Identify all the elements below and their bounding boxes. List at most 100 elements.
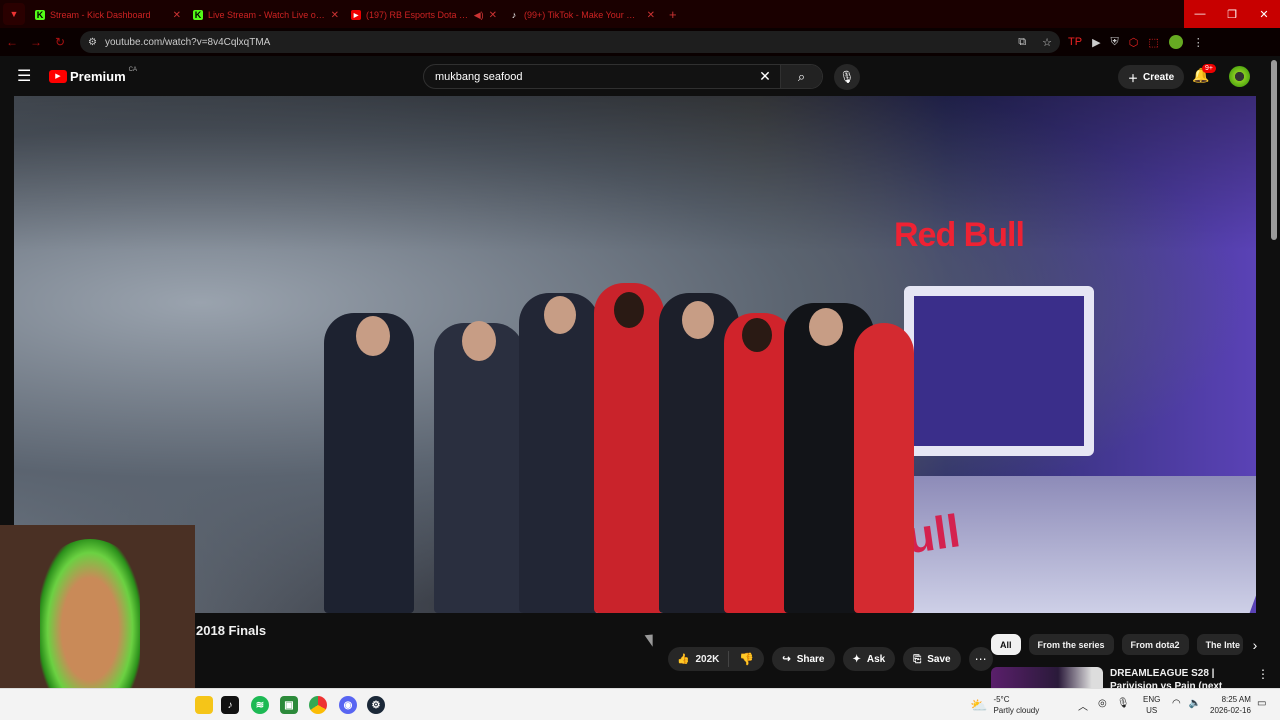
filter-chips: All From the series From dota2 The Inte … (991, 634, 1257, 655)
chevron-up-icon[interactable]: ︿ (1078, 698, 1088, 713)
chrome-icon[interactable] (309, 696, 327, 714)
tab-kick-dashboard[interactable]: K Stream - Kick Dashboard ✕ (29, 3, 187, 27)
spotify-icon[interactable]: ≋ (251, 696, 269, 714)
tiktok-icon[interactable]: ♪ (221, 696, 239, 714)
tab-kick-live[interactable]: K Live Stream - Watch Live on Kick ✕ (187, 3, 345, 27)
url-text[interactable]: youtube.com/watch?v=8v4CqlxqTMA (105, 37, 1010, 48)
player-figure (854, 323, 914, 613)
player-head (614, 292, 644, 328)
search-box: mukbang seafood ✕ ⌕ (423, 64, 823, 89)
extension-icon[interactable]: ⬡ (1129, 36, 1139, 49)
profile-avatar[interactable] (1168, 35, 1183, 49)
save-label: Save (927, 653, 951, 665)
youtube-premium-logo[interactable]: ▶ Premium CA (49, 66, 137, 84)
site-info-icon[interactable]: ⚙ (88, 37, 97, 48)
region-code: CA (128, 66, 137, 73)
tray-app-icon[interactable]: ◎ (1098, 698, 1107, 713)
player-figure (434, 323, 524, 613)
tiktok-icon: ♪ (511, 10, 517, 20)
clear-search-icon[interactable]: ✕ (750, 68, 780, 85)
tab-tiktok[interactable]: ♪ (99+) TikTok - Make Your Day ✕ (503, 3, 661, 27)
ask-button[interactable]: ✦ Ask (842, 647, 896, 671)
save-button[interactable]: ⎘ Save (903, 647, 961, 671)
quick-settings[interactable]: ◠ 🔈 (1172, 698, 1201, 709)
ellipsis-icon: ⋯ (974, 652, 987, 666)
youtube-play-icon: ▶ (49, 69, 67, 83)
chevron-right-icon[interactable]: › (1253, 637, 1258, 653)
close-tab-icon[interactable]: ✕ (647, 10, 655, 21)
close-tab-icon[interactable]: ✕ (489, 10, 497, 21)
hamburger-menu-icon[interactable]: ☰ (17, 66, 37, 86)
minimize-button[interactable]: — (1184, 0, 1216, 28)
stage-backdrop (904, 286, 1094, 456)
address-bar-row: ← → ↻ ⚙ youtube.com/watch?v=8v4CqlxqTMA … (0, 28, 1280, 56)
share-icon: ↪ (782, 653, 791, 665)
page-scrollbar[interactable] (1271, 60, 1277, 240)
chip-the-international[interactable]: The Inte (1196, 634, 1243, 655)
file-explorer-icon[interactable] (195, 696, 213, 714)
microphone-icon[interactable]: 🎙 (1117, 698, 1130, 713)
audio-playing-icon[interactable]: ◀) (474, 10, 484, 21)
dislike-button[interactable]: 👎 (729, 652, 764, 666)
weather-desc: Partly cloudy (993, 706, 1040, 715)
tab-title: Live Stream - Watch Live on Kick (208, 10, 326, 20)
back-icon[interactable]: ← (0, 35, 24, 49)
bookmark-star-icon[interactable]: ☆ (1042, 36, 1052, 49)
player-head (682, 301, 714, 339)
share-label: Share (796, 653, 825, 665)
reload-icon[interactable]: ↻ (48, 35, 72, 49)
install-app-icon[interactable]: ⧉ (1018, 36, 1026, 49)
video-player[interactable]: Red Bull Red Bull (14, 96, 1256, 613)
search-icon: ⌕ (797, 68, 806, 84)
chip-all[interactable]: All (991, 634, 1021, 655)
tab-youtube[interactable]: ▶ (197) RB Esports Dota 2 Finals ◀) ✕ (345, 3, 503, 27)
video-actions: 👍 202K 👎 ↪ Share ✦ Ask ⎘ Save ⋯ (668, 647, 993, 671)
extension-icon[interactable]: TP (1068, 36, 1082, 48)
android-app-icon[interactable]: ▣ (280, 696, 298, 714)
player-head (462, 321, 496, 361)
chip-from-series[interactable]: From the series (1028, 634, 1114, 655)
plus-icon: ＋ (1128, 73, 1138, 85)
youtube-icon: ▶ (351, 10, 361, 20)
player-head (544, 296, 576, 334)
discord-icon[interactable]: ◉ (339, 696, 357, 714)
kick-icon: K (193, 10, 203, 20)
like-button[interactable]: 👍 202K (668, 651, 730, 667)
logo-text: Premium (70, 68, 126, 84)
voice-search-button[interactable]: 🎙 (834, 64, 860, 90)
create-label: Create (1143, 71, 1175, 83)
user-avatar[interactable] (1229, 66, 1250, 87)
notification-center-icon[interactable]: ▭ (1257, 698, 1266, 709)
chip-from-dota2[interactable]: From dota2 (1121, 634, 1189, 655)
player-figure (519, 293, 599, 613)
share-button[interactable]: ↪ Share (772, 647, 835, 671)
search-button[interactable]: ⌕ (780, 65, 822, 88)
shield-icon[interactable]: ⛨ (1111, 36, 1119, 49)
new-tab-button[interactable]: + (669, 7, 677, 22)
extensions-puzzle-icon[interactable]: ⬚ (1148, 36, 1158, 49)
language-indicator[interactable]: ENG US (1143, 694, 1160, 716)
clock[interactable]: 8:25 AM 2026-02-16 (1210, 694, 1251, 716)
maximize-button[interactable]: ❐ (1216, 0, 1248, 28)
address-bar[interactable]: ⚙ youtube.com/watch?v=8v4CqlxqTMA ⧉ ☆ (80, 31, 1060, 53)
close-tab-icon[interactable]: ✕ (173, 10, 181, 21)
like-count: 202K (695, 653, 720, 665)
system-tray: ︿ ◎ 🎙 (1078, 698, 1129, 713)
browser-menu-kebab-icon[interactable]: ⋮ (1193, 36, 1204, 49)
forward-icon[interactable]: → (24, 35, 48, 49)
bookmark-icon: ⎘ (913, 653, 922, 665)
extension-icon[interactable]: ▶ (1092, 36, 1100, 49)
time-text: 8:25 AM (1221, 695, 1251, 704)
player-head (809, 308, 843, 346)
close-tab-icon[interactable]: ✕ (331, 10, 339, 21)
partly-cloudy-icon: ⛅ (970, 696, 988, 713)
steam-icon[interactable]: ⚙ (367, 696, 385, 714)
create-button[interactable]: ＋ Create (1118, 65, 1185, 89)
search-input[interactable]: mukbang seafood (424, 71, 750, 83)
more-actions-button[interactable]: ⋯ (968, 647, 993, 671)
weather-widget[interactable]: ⛅ -5°C Partly cloudy (970, 694, 1039, 716)
close-window-button[interactable]: ✕ (1248, 0, 1280, 28)
browser-menu-icon[interactable]: ▼ (3, 3, 25, 25)
windows-taskbar: ♪ ≋ ▣ ◉ ⚙ ⛅ -5°C Partly cloudy ︿ ◎ 🎙 ENG… (0, 688, 1280, 720)
weather-temp: -5°C (993, 695, 1010, 704)
